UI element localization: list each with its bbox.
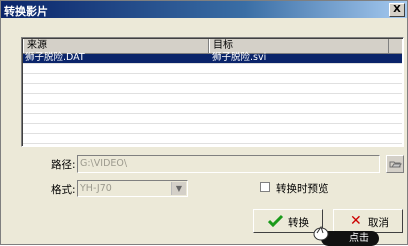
preview-label[interactable]: 转换时预览 <box>276 181 329 196</box>
format-label: 格式: <box>51 184 76 196</box>
convert-label: 转换 <box>288 217 309 229</box>
close-button[interactable]: X <box>389 3 405 17</box>
dialog-title: 转换影片 <box>4 5 48 18</box>
cancel-label: 取消 <box>368 217 389 229</box>
empty-row <box>23 134 402 144</box>
source-cell: 狮子脱险.DAT <box>25 52 85 63</box>
empty-row <box>23 124 402 134</box>
empty-row <box>23 74 402 84</box>
table-row[interactable]: 狮子脱险.DAT 狮子脱险.svi <box>23 52 402 64</box>
empty-row <box>23 94 402 104</box>
column-header-source[interactable]: 来源 <box>23 39 209 53</box>
chevron-down-icon[interactable]: ▼ <box>171 182 186 195</box>
x-icon: ✕ <box>350 213 362 229</box>
empty-row <box>23 114 402 124</box>
conversion-list[interactable]: 来源 目标 狮子脱险.DAT 狮子脱险.svi <box>21 37 404 147</box>
folder-browse-icon <box>389 161 402 168</box>
format-select[interactable]: YH-J70 ▼ <box>77 180 188 197</box>
close-icon: X <box>393 4 401 15</box>
click-hint-text: 点击 <box>349 233 369 244</box>
browse-button[interactable] <box>386 155 404 173</box>
path-label: 路径: <box>51 159 76 171</box>
title-bar: 转换影片 X <box>1 1 407 18</box>
cancel-button[interactable]: ✕ 取消 <box>333 209 403 233</box>
column-header-target[interactable]: 目标 <box>209 39 389 53</box>
checkmark-icon <box>268 214 284 228</box>
format-value: YH-J70 <box>80 183 112 194</box>
empty-row <box>23 84 402 94</box>
empty-row <box>23 104 402 114</box>
target-cell: 狮子脱险.svi <box>212 52 267 63</box>
hand-cursor-icon <box>313 225 329 241</box>
preview-checkbox[interactable] <box>260 182 270 192</box>
path-input[interactable]: G:\VIDEO\ <box>77 155 380 173</box>
empty-row <box>23 64 402 74</box>
convert-movie-dialog: 转换影片 X 来源 目标 狮子脱险.DAT 狮子脱险.svi 路径: G:\VI… <box>0 0 408 246</box>
